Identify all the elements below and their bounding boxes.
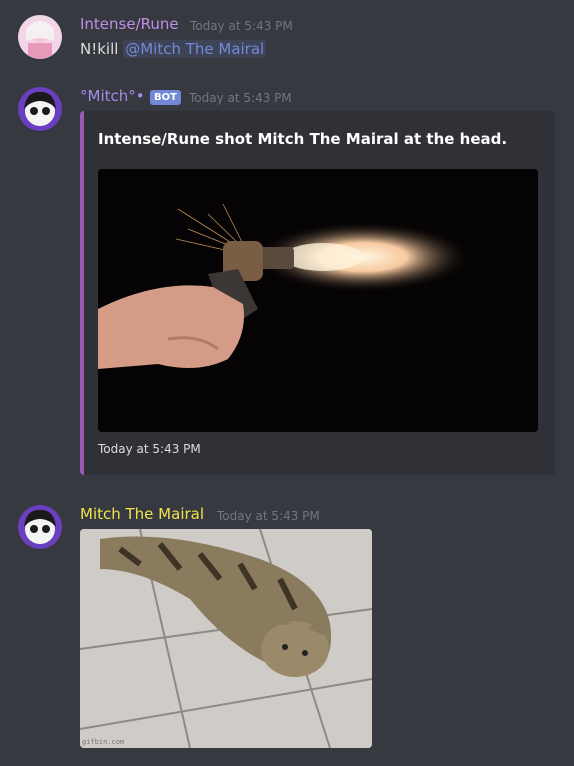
embed-footer: Today at 5:43 PM <box>98 442 201 456</box>
cat-image <box>80 529 372 748</box>
avatar-image <box>18 15 62 59</box>
author-name[interactable]: °Mitch°• <box>80 87 145 105</box>
message-timestamp: Today at 5:43 PM <box>189 91 292 105</box>
avatar-intense-rune[interactable] <box>18 15 62 59</box>
embed-title: Intense/Rune shot Mitch The Mairal at th… <box>98 130 508 148</box>
message-text: N!kill <box>80 40 124 58</box>
embed-image[interactable] <box>98 169 538 432</box>
avatar-mitch-bot[interactable] <box>18 87 62 131</box>
avatar-mitch-the-mairal[interactable] <box>18 505 62 549</box>
avatar-image <box>18 87 62 131</box>
watermark: gifbin.com <box>82 738 125 746</box>
author-name[interactable]: Intense/Rune <box>80 15 179 33</box>
author-name[interactable]: Mitch The Mairal <box>80 505 204 523</box>
attachment-image[interactable]: gifbin.com <box>80 529 372 748</box>
message-timestamp: Today at 5:43 PM <box>217 509 320 523</box>
message-timestamp: Today at 5:43 PM <box>190 19 293 33</box>
message-content: N!kill @Mitch The Mairal <box>80 40 267 58</box>
avatar-image <box>18 505 62 549</box>
embed: Intense/Rune shot Mitch The Mairal at th… <box>80 111 555 475</box>
bot-tag: BOT <box>150 90 181 105</box>
user-mention[interactable]: @Mitch The Mairal <box>123 40 267 58</box>
gun-firing-image <box>98 169 538 432</box>
